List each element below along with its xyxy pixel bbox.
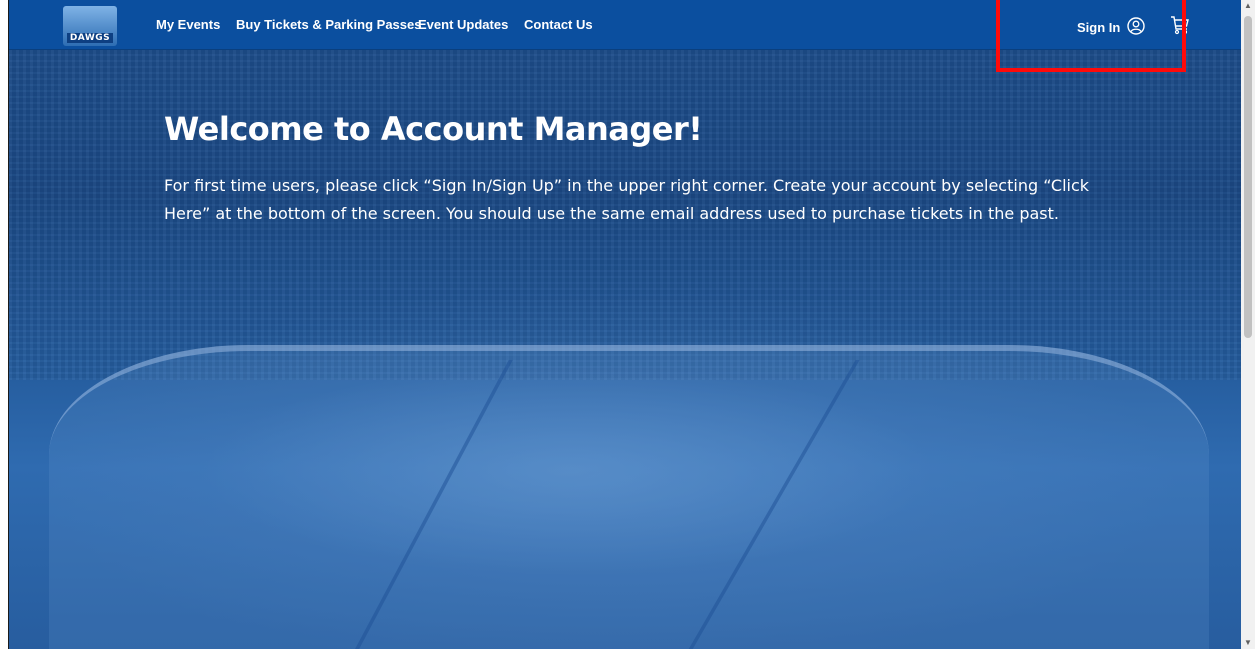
nav-contact-us[interactable]: Contact Us <box>524 17 593 32</box>
page-scrollbar[interactable]: ▲ ▼ <box>1241 0 1255 649</box>
scroll-thumb[interactable] <box>1244 16 1252 338</box>
highlight-box <box>996 0 1186 72</box>
page-title: Welcome to Account Manager! <box>164 110 703 148</box>
page-frame: DAWGS My Events Buy Tickets & Parking Pa… <box>8 0 1242 649</box>
hero-background <box>9 0 1242 649</box>
scroll-up-arrow-icon[interactable]: ▲ <box>1244 2 1252 10</box>
nav-my-events[interactable]: My Events <box>156 17 220 32</box>
ice-rink <box>49 345 1209 649</box>
nav-event-updates[interactable]: Event Updates <box>418 17 508 32</box>
logo-text: DAWGS <box>66 33 114 43</box>
welcome-description: For first time users, please click “Sign… <box>164 176 1090 223</box>
nav-buy-tickets[interactable]: Buy Tickets & Parking Passes <box>236 17 421 32</box>
scroll-down-arrow-icon[interactable]: ▼ <box>1244 639 1252 647</box>
team-logo[interactable]: DAWGS <box>63 6 117 46</box>
